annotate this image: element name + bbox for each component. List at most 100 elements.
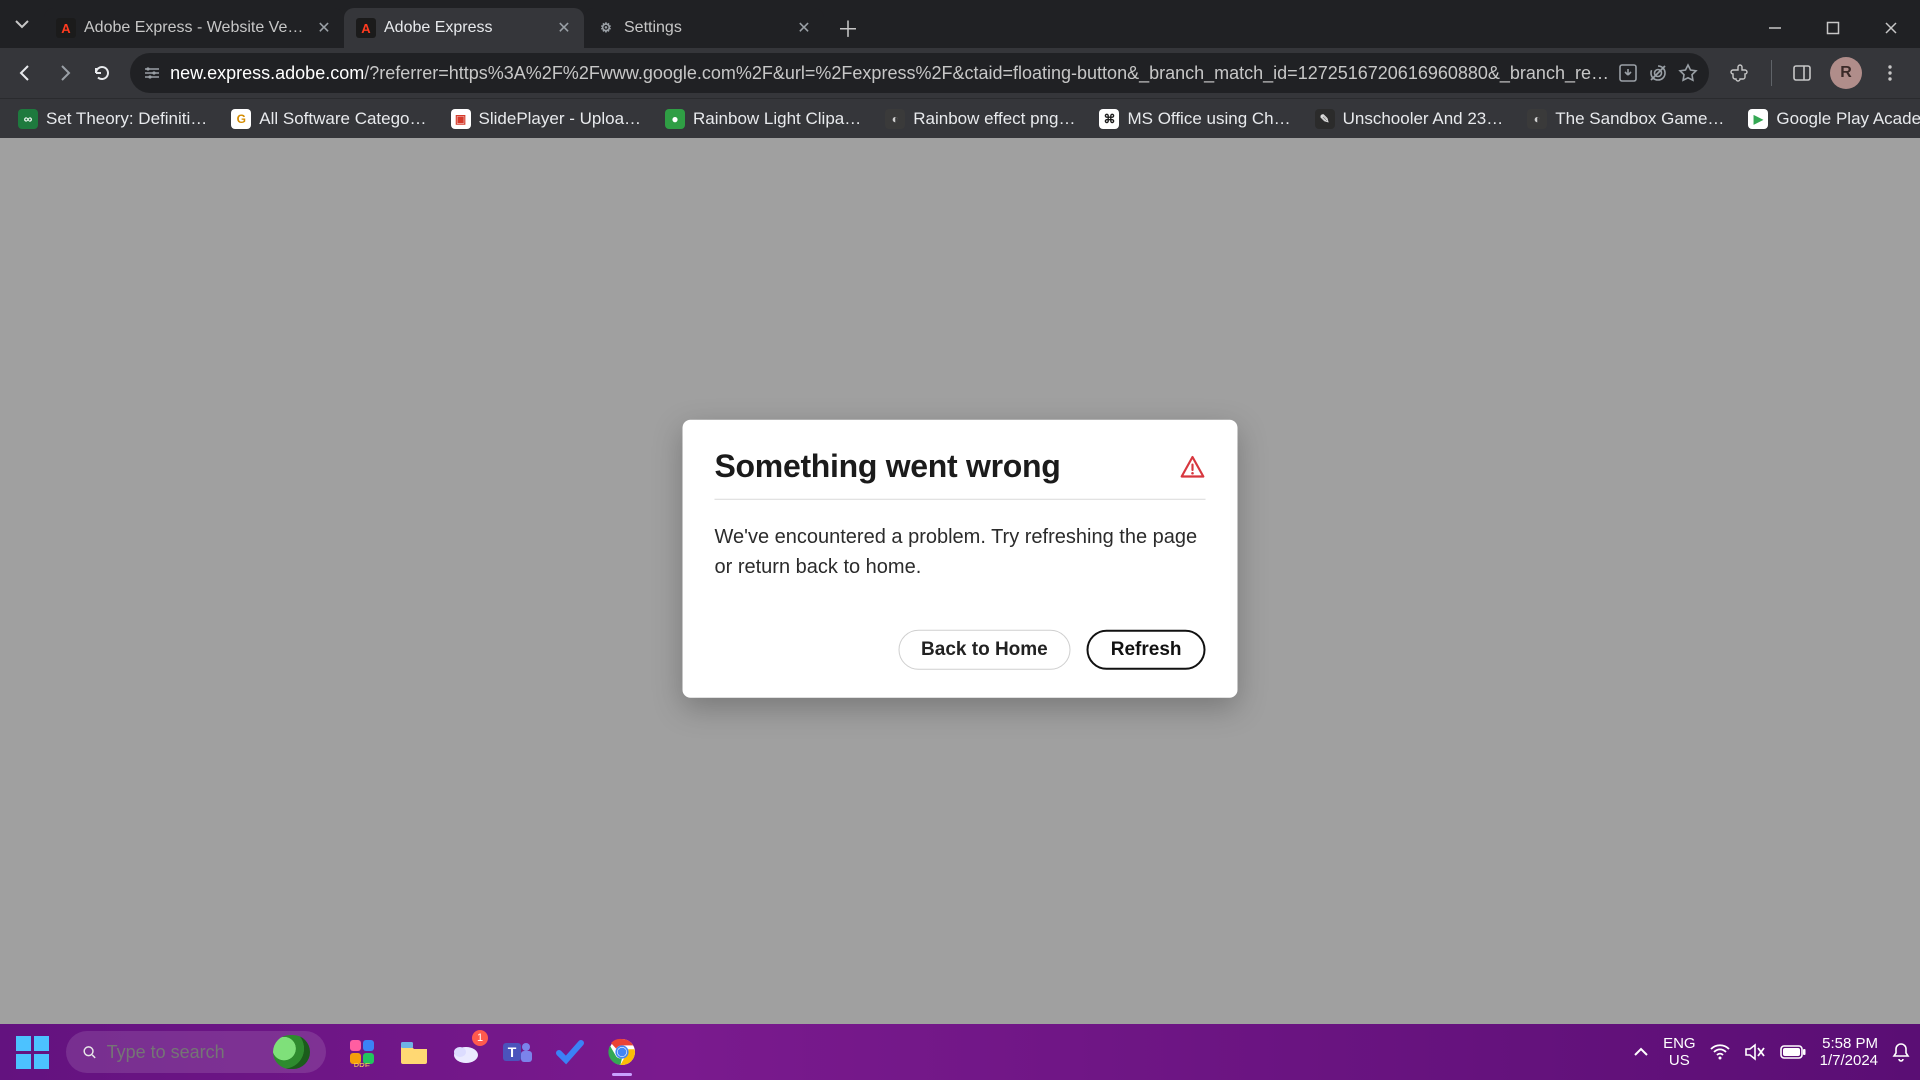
chevron-down-icon	[14, 16, 30, 32]
bookmark-label: Rainbow effect png…	[913, 109, 1075, 129]
system-tray: ENGUS 5:58 PM1/7/2024	[1633, 1035, 1910, 1070]
cookies-blocked-icon[interactable]	[1647, 62, 1669, 84]
tab-favicon: A	[56, 18, 76, 38]
tray-overflow-button[interactable]	[1633, 1044, 1649, 1060]
bookmark-item[interactable]: ∞Set Theory: Definiti…	[8, 105, 217, 133]
tab-title: Adobe Express - Website Versio	[84, 19, 306, 37]
new-tab-button[interactable]: ＋	[830, 10, 866, 46]
browser-tab[interactable]: ⚙ Settings ✕	[584, 8, 824, 48]
browser-tab[interactable]: AAdobe Express✕	[344, 8, 584, 48]
window-controls	[1746, 8, 1920, 48]
file-explorer-icon	[399, 1038, 429, 1066]
bookmark-favicon: ▣	[451, 109, 471, 129]
tab-close-button[interactable]: ✕	[314, 18, 334, 38]
taskbar-search-input[interactable]	[107, 1042, 274, 1063]
tray-battery[interactable]	[1780, 1045, 1806, 1059]
window-minimize-button[interactable]	[1746, 8, 1804, 48]
avatar: R	[1830, 57, 1862, 89]
sidepanel-button[interactable]	[1782, 53, 1822, 93]
taskbar-app-chrome[interactable]	[604, 1034, 640, 1070]
tray-notifications[interactable]	[1892, 1042, 1910, 1062]
copilot-icon: PRE	[347, 1037, 377, 1067]
refresh-button[interactable]: Refresh	[1087, 630, 1206, 670]
bookmark-item[interactable]: GAll Software Catego…	[221, 105, 436, 133]
tray-language[interactable]: ENGUS	[1663, 1035, 1696, 1070]
page-viewport: Something went wrong We've encountered a…	[0, 138, 1920, 1024]
svg-text:T: T	[508, 1044, 517, 1060]
nav-forward-button[interactable]	[48, 53, 80, 93]
install-app-icon[interactable]	[1617, 62, 1639, 84]
toolbar-right: R	[1721, 53, 1910, 93]
refresh-label: Refresh	[1111, 639, 1182, 661]
tab-favicon: ⚙	[596, 18, 616, 38]
chrome-menu-button[interactable]	[1870, 53, 1910, 93]
taskbar-app-copilot[interactable]: PRE	[344, 1034, 380, 1070]
bookmark-favicon: ▶	[1748, 109, 1768, 129]
tab-close-button[interactable]: ✕	[554, 18, 574, 38]
omnibox-path: /?referrer=https%3A%2F%2Fwww.google.com%…	[364, 63, 1609, 83]
checkmark-icon	[555, 1037, 585, 1067]
puzzle-icon	[1730, 62, 1752, 84]
bookmarks-bar: ∞Set Theory: Definiti…GAll Software Cate…	[0, 98, 1920, 138]
volume-muted-icon	[1744, 1043, 1766, 1061]
bookmark-item[interactable]: ▣ SlidePlayer - Uploa…	[441, 105, 652, 133]
taskbar-search[interactable]	[66, 1031, 326, 1073]
bookmark-item[interactable]: ●Rainbow Light Clipa…	[655, 105, 871, 133]
start-button[interactable]	[10, 1030, 54, 1074]
extensions-button[interactable]	[1721, 53, 1761, 93]
taskbar-app-todo[interactable]	[552, 1034, 588, 1070]
bookmark-favicon: ●	[665, 109, 685, 129]
kebab-icon	[1880, 63, 1900, 83]
tab-close-button[interactable]: ✕	[794, 18, 814, 38]
tabs-dropdown-button[interactable]	[0, 0, 44, 48]
bookmark-item[interactable]: ◐ Rainbow effect png…	[875, 105, 1085, 133]
browser-titlebar: AAdobe Express - Website Versio✕AAdobe E…	[0, 0, 1920, 48]
bookmark-item[interactable]: ✎ Unschooler And 23…	[1305, 105, 1514, 133]
search-highlight-icon	[273, 1035, 310, 1069]
tray-clock[interactable]: 5:58 PM1/7/2024	[1820, 1035, 1878, 1070]
window-maximize-button[interactable]	[1804, 8, 1862, 48]
bookmark-item[interactable]: ▶Google Play Acade…	[1738, 105, 1920, 133]
bookmark-favicon: G	[231, 109, 251, 129]
tab-title: Settings	[624, 19, 786, 37]
back-to-home-button[interactable]: Back to Home	[898, 630, 1071, 670]
taskbar-app-weather[interactable]: 1	[448, 1034, 484, 1070]
weather-badge: 1	[472, 1030, 488, 1046]
bookmark-item[interactable]: ⌘ MS Office using Ch…	[1089, 105, 1300, 133]
site-settings-icon[interactable]	[142, 63, 162, 83]
back-to-home-label: Back to Home	[921, 639, 1048, 661]
taskbar-apps: PRE 1 T	[344, 1034, 640, 1070]
windows-logo-icon	[16, 1036, 49, 1069]
taskbar-app-explorer[interactable]	[396, 1034, 432, 1070]
bell-icon	[1892, 1042, 1910, 1062]
search-icon	[82, 1042, 97, 1062]
arrow-left-icon	[16, 63, 36, 83]
profile-button[interactable]: R	[1826, 53, 1866, 93]
omnibox[interactable]: new.express.adobe.com/?referrer=https%3A…	[130, 53, 1709, 93]
wifi-icon	[1710, 1044, 1730, 1060]
omnibox-text: new.express.adobe.com/?referrer=https%3A…	[170, 63, 1609, 84]
nav-back-button[interactable]	[10, 53, 42, 93]
nav-reload-button[interactable]	[86, 53, 118, 93]
windows-taskbar: PRE 1 T ENGUS 5:58 PM1/7/2024	[0, 1024, 1920, 1080]
window-close-button[interactable]	[1862, 8, 1920, 48]
bookmark-label: Unschooler And 23…	[1343, 109, 1504, 129]
teams-icon: T	[503, 1037, 533, 1067]
sidepanel-icon	[1791, 62, 1813, 84]
browser-tab[interactable]: A Adobe Express - Website Versio ✕	[44, 8, 344, 48]
arrow-right-icon	[54, 63, 74, 83]
tray-wifi[interactable]	[1710, 1044, 1730, 1060]
taskbar-app-teams[interactable]: T	[500, 1034, 536, 1070]
bookmark-favicon: ⌘	[1099, 109, 1119, 129]
bookmark-label: MS Office using Ch…	[1127, 109, 1290, 129]
bookmark-star-icon[interactable]	[1677, 62, 1699, 84]
bookmark-favicon: ✎	[1315, 109, 1335, 129]
browser-toolbar: new.express.adobe.com/?referrer=https%3A…	[0, 48, 1920, 98]
bookmark-label: SlidePlayer - Uploa…	[479, 109, 642, 129]
warning-icon	[1180, 453, 1206, 479]
bookmark-item[interactable]: ◐The Sandbox Game…	[1517, 105, 1734, 133]
tray-language-line2: US	[1663, 1052, 1696, 1069]
tray-volume[interactable]	[1744, 1043, 1766, 1061]
bookmark-favicon: ◐	[885, 109, 905, 129]
bookmark-label: The Sandbox Game…	[1555, 109, 1724, 129]
